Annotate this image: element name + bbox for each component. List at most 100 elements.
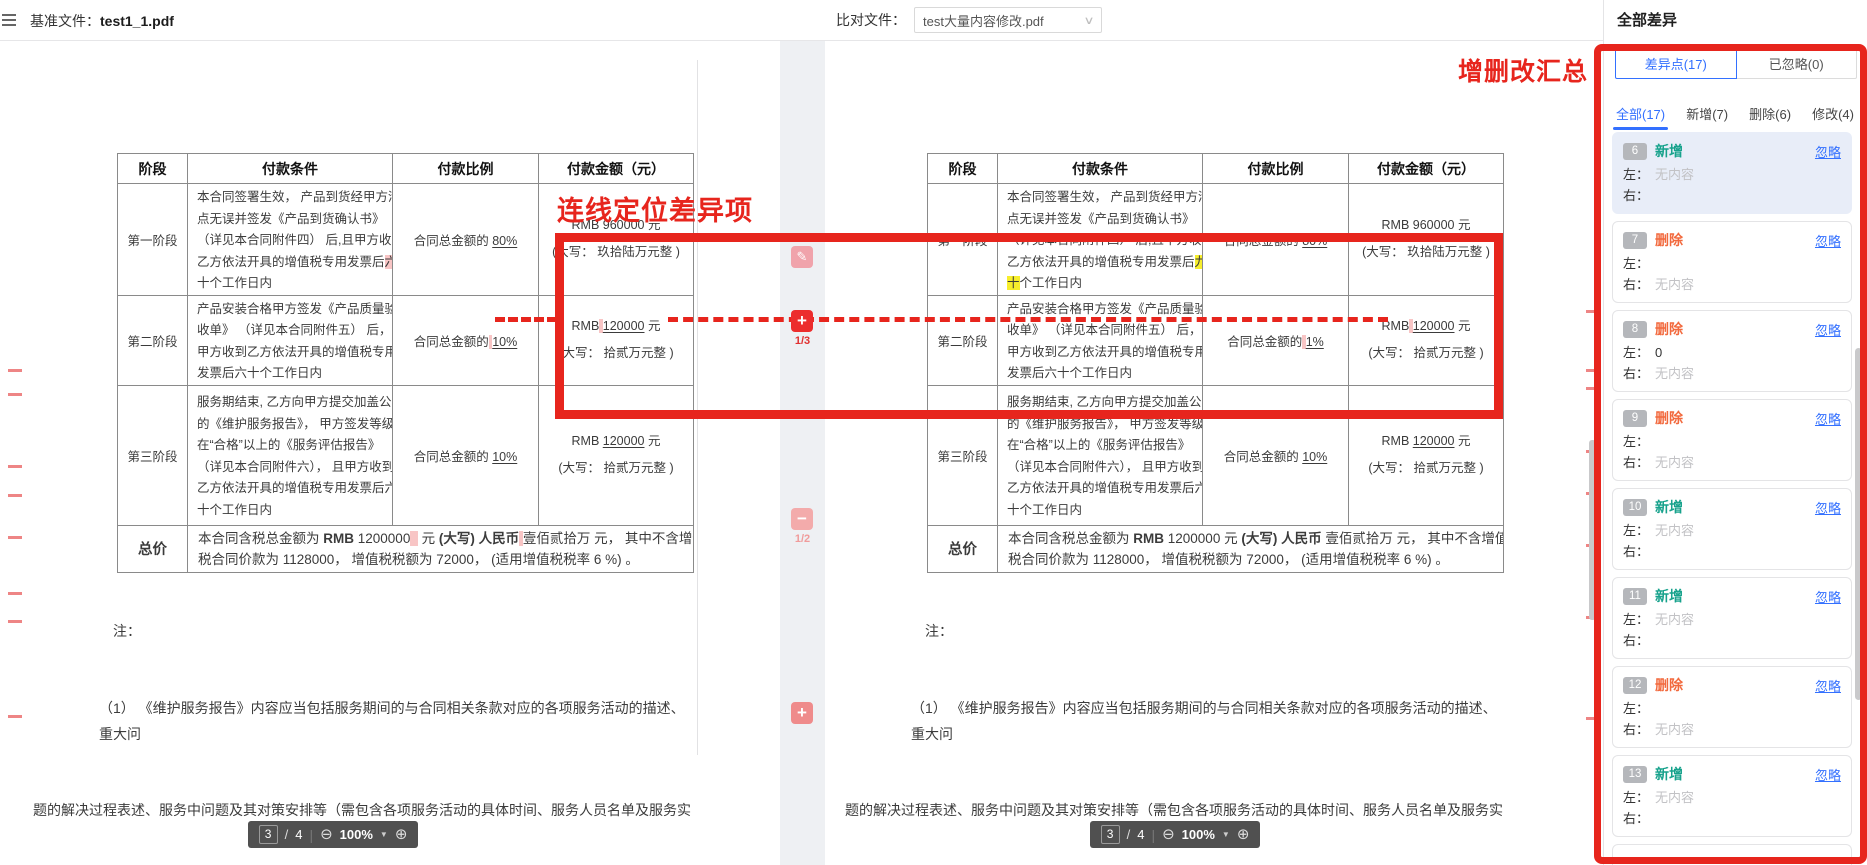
diff-type-label: 删除 (1655, 319, 1683, 339)
diff-location-mark[interactable] (8, 494, 22, 497)
diff-location-mark[interactable] (8, 369, 22, 372)
diff-card[interactable]: 12 删除 忽略 左： 右：无内容 (1612, 666, 1852, 748)
zoom-caret-icon[interactable]: ▼ (1222, 830, 1230, 839)
base-document-viewport[interactable]: 阶段 付款条件 付款比例 付款金额（元） 第一阶段 本合同签署生效， 产品到货经… (0, 40, 780, 865)
page-number-input[interactable]: 3 (1101, 825, 1120, 844)
stage-cell: 第三阶段 (928, 385, 998, 525)
ignore-link[interactable]: 忽略 (1815, 498, 1841, 517)
diff-location-mark[interactable] (1586, 310, 1600, 313)
ratio-cell: 合同总金额的 80% (1203, 184, 1349, 296)
note-label: 注： (113, 619, 697, 645)
stage-cell: 第三阶段 (118, 385, 188, 525)
diff-index-badge: 11 (1623, 588, 1647, 605)
diff-location-mark[interactable] (1586, 717, 1600, 720)
right-value: 无内容 (1655, 363, 1694, 384)
menu-icon[interactable] (2, 14, 16, 26)
diff-card-header: 13 新增 忽略 (1623, 764, 1841, 784)
right-label: 右： (1623, 185, 1649, 206)
ignore-link[interactable]: 忽略 (1815, 231, 1841, 250)
diff-card[interactable]: 8 删除 忽略 左：0 右：无内容 (1612, 310, 1852, 392)
page-number-input[interactable]: 3 (259, 825, 278, 844)
ignore-link[interactable]: 忽略 (1815, 409, 1841, 428)
diff-card[interactable]: 11 新增 忽略 左：无内容 右： (1612, 577, 1852, 659)
diff-type-label: 新增 (1655, 764, 1683, 784)
page-separator: / (1127, 827, 1131, 842)
diff-location-mark[interactable] (8, 465, 22, 468)
zoom-caret-icon[interactable]: ▼ (380, 830, 388, 839)
diff-card[interactable]: 9 删除 忽略 左： 右：无内容 (1612, 399, 1852, 481)
diff-right-line: 右：无内容 (1623, 452, 1841, 473)
filter-deleted[interactable]: 删除(6) (1749, 104, 1791, 123)
document-scrollbar[interactable] (1589, 440, 1596, 620)
zoom-level: 100% (1182, 827, 1215, 842)
zoom-in-icon[interactable]: ⊕ (395, 827, 408, 842)
ratio-cell: 合同总金额的 1% (1203, 295, 1349, 385)
expand-diff-icon[interactable]: + (791, 702, 813, 724)
page-total: 4 (1137, 827, 1144, 842)
compare-file-select[interactable]: test大量内容修改.pdf ∨ (914, 7, 1102, 33)
zoom-out-icon[interactable]: ⊖ (320, 827, 333, 842)
filter-all[interactable]: 全部(17) (1616, 104, 1665, 123)
diff-left-line: 左：无内容 (1623, 609, 1841, 630)
pdf-compare-app: 基准文件：test1_1.pdf 比对文件： test大量内容修改.pdf ∨ … (0, 0, 1867, 865)
ratio-cell: 合同总金额的 10% (393, 295, 539, 385)
diff-location-mark[interactable] (8, 592, 22, 595)
diff-location-mark[interactable] (8, 393, 22, 396)
ignore-link[interactable]: 忽略 (1815, 142, 1841, 161)
collapse-diff-icon[interactable]: − (791, 508, 813, 530)
right-label: 右： (1623, 719, 1649, 740)
tab-ignored[interactable]: 已忽略(0) (1736, 47, 1858, 79)
edit-diff-icon[interactable]: ✎ (791, 246, 813, 268)
total-label-cell: 总价 (118, 525, 188, 572)
expand-diff-icon[interactable]: + (791, 310, 813, 332)
diff-location-mark[interactable] (8, 536, 22, 539)
diff-index-badge: 12 (1623, 677, 1647, 694)
compare-document-viewport[interactable]: 阶段 付款条件 付款比例 付款金额（元） 第一阶段 本合同签署生效， 产品到货经… (825, 40, 1603, 865)
diff-card-header: 7 删除 忽略 (1623, 230, 1841, 250)
diff-index-badge: 9 (1623, 410, 1647, 427)
right-label: 右： (1623, 274, 1649, 295)
ignore-link[interactable]: 忽略 (1815, 320, 1841, 339)
zoom-in-icon[interactable]: ⊕ (1237, 827, 1250, 842)
diff-card[interactable]: 6 新增 忽略 左：无内容 右： (1612, 132, 1852, 214)
diff-type-label: 新增 (1655, 586, 1683, 606)
tab-diff-points[interactable]: 差异点(17) (1615, 47, 1737, 79)
table-row: 第一阶段 本合同签署生效， 产品到货经甲方清 点无误并签发《产品到货确认书》 （… (928, 184, 1504, 296)
toolbar-divider: | (1151, 827, 1155, 843)
compare-file-section: 比对文件： test大量内容修改.pdf ∨ (836, 7, 1102, 33)
diff-location-mark[interactable] (8, 715, 22, 718)
diff-location-mark[interactable] (1586, 387, 1600, 390)
diff-card-list: 6 新增 忽略 左：无内容 右： 7 删除 忽略 左： 右：无内容 8 删除 忽… (1612, 132, 1852, 865)
right-label: 右： (1623, 541, 1649, 562)
diff-location-mark[interactable] (8, 620, 22, 623)
diff-right-line: 右： (1623, 808, 1841, 829)
diff-card[interactable]: 7 删除 忽略 左： 右：无内容 (1612, 221, 1852, 303)
zoom-out-icon[interactable]: ⊖ (1162, 827, 1175, 842)
diff-card[interactable]: 10 新增 忽略 左：无内容 右： (1612, 488, 1852, 570)
note-line: （1） 《维护服务报告》内容应当包括服务期间的与合同相关条款对应的各项服务活动的… (99, 696, 697, 747)
col-header: 付款金额（元） (1349, 154, 1504, 184)
ignore-link[interactable]: 忽略 (1815, 765, 1841, 784)
panel-scrollbar[interactable] (1855, 348, 1862, 700)
diff-left-line: 左： (1623, 698, 1841, 719)
base-file-name: test1_1.pdf (100, 13, 174, 29)
compare-file-label: 比对文件： (836, 10, 906, 30)
zoom-level: 100% (340, 827, 373, 842)
col-header: 阶段 (928, 154, 998, 184)
amount-cell: RMB 120000 元 (大写： 拾贰万元整 ) (539, 295, 694, 385)
ignore-link[interactable]: 忽略 (1815, 587, 1841, 606)
diff-card-partial[interactable] (1612, 844, 1852, 865)
ignore-link[interactable]: 忽略 (1815, 676, 1841, 695)
right-value: 无内容 (1655, 274, 1694, 295)
filter-modified[interactable]: 修改(4) (1812, 104, 1854, 123)
ratio-cell: 合同总金额的 80% (393, 184, 539, 296)
amount-cell: RMB 960000 元 (大写： 玖拾陆万元整 ) (1349, 184, 1504, 296)
filter-added[interactable]: 新增(7) (1686, 104, 1728, 123)
diff-location-mark[interactable] (1586, 369, 1600, 372)
diff-left-line: 左：无内容 (1623, 787, 1841, 808)
condition-cell: 产品安装合格甲方签发《产品质量验 收单》 （详见本合同附件五） 后， 且 甲方收… (188, 295, 393, 385)
right-value: 无内容 (1655, 452, 1694, 473)
diff-card[interactable]: 13 新增 忽略 左：无内容 右： (1612, 755, 1852, 837)
amount-cell: RMB 120000 元 (大写： 拾贰万元整 ) (1349, 295, 1504, 385)
payment-table-right: 阶段 付款条件 付款比例 付款金额（元） 第一阶段 本合同签署生效， 产品到货经… (927, 153, 1504, 573)
